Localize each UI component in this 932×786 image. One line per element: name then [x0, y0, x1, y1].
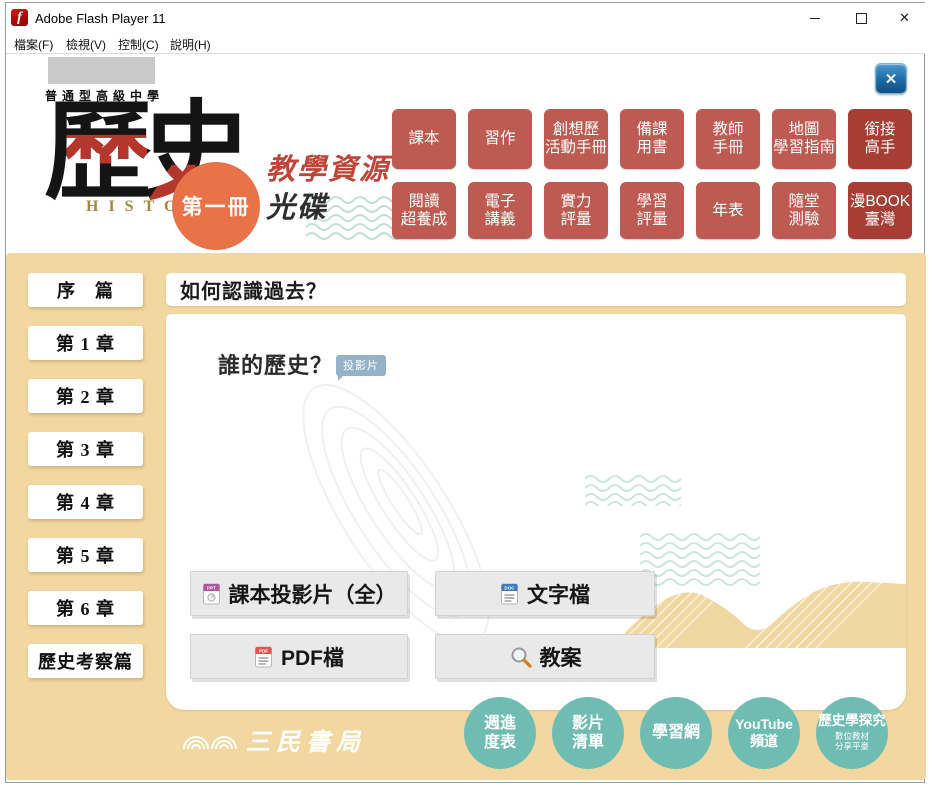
sidebar-item-chapter-4[interactable]: 第 4 章	[28, 485, 143, 519]
minimize-button[interactable]	[792, 3, 838, 33]
pdf-file-icon: PDF	[255, 646, 272, 667]
resource-button-ability-test[interactable]: 實力 評量	[544, 182, 608, 239]
history-inquiry-circle[interactable]: 歷史學探究 數位教材 分享平臺	[816, 697, 888, 769]
resource-button-lesson-prep[interactable]: 備課 用書	[620, 109, 684, 169]
resource-button-teacher-manual[interactable]: 教師 手冊	[696, 109, 760, 169]
tagline-resource: 教學資源	[266, 154, 391, 186]
svg-text:PPT: PPT	[207, 585, 216, 590]
sidebar-item-prologue[interactable]: 序 篇	[28, 273, 143, 307]
titlebar: f Adobe Flash Player 11 ✕	[6, 3, 925, 33]
menu-file[interactable]: 檔案(F)	[10, 36, 57, 53]
resource-button-quiz[interactable]: 隨堂 測驗	[772, 182, 836, 239]
svg-text:DOC: DOC	[504, 585, 515, 590]
minimize-icon	[810, 17, 820, 19]
maximize-button[interactable]	[838, 3, 884, 33]
resource-button-textbook[interactable]: 課本	[392, 109, 456, 169]
menu-control[interactable]: 控制(C)	[114, 36, 163, 53]
sidebar-item-chapter-5[interactable]: 第 5 章	[28, 538, 143, 572]
resource-button-map-guide[interactable]: 地圖 學習指南	[772, 109, 836, 169]
video-list-circle[interactable]: 影片 清單	[552, 697, 624, 769]
school-logo-placeholder	[48, 57, 155, 84]
maximize-icon	[855, 12, 867, 24]
menu-view[interactable]: 檢視(V)	[62, 36, 110, 53]
sidebar-item-chapter-2[interactable]: 第 2 章	[28, 379, 143, 413]
learning-web-circle[interactable]: 學習網	[640, 697, 712, 769]
doc-file-icon: DOC	[501, 583, 518, 604]
app-close-button[interactable]: ✕	[875, 63, 907, 94]
content-panel: 誰的歷史？ 投影片 PPT 課本投影片（全） DOC 文字檔 PDF PDF檔 …	[166, 314, 906, 710]
resource-button-learning-test[interactable]: 學習 評量	[620, 182, 684, 239]
publisher-logo: 三民書局	[182, 722, 366, 757]
svg-text:PDF: PDF	[259, 648, 268, 653]
text-file-button[interactable]: DOC 文字檔	[435, 571, 655, 616]
lesson-plan-button[interactable]: 教案	[435, 634, 655, 679]
content-heading: 如何認識過去？	[180, 281, 327, 303]
wave-decoration	[585, 475, 682, 506]
publisher-name: 三民書局	[246, 730, 366, 756]
resource-button-activity-manual[interactable]: 創想歷 活動手冊	[544, 109, 608, 169]
magnifier-icon	[511, 647, 532, 668]
sidebar-item-chapter-3[interactable]: 第 3 章	[28, 432, 143, 466]
lesson-item-title[interactable]: 誰的歷史？	[218, 348, 333, 380]
textbook-slides-button[interactable]: PPT 課本投影片（全）	[190, 571, 408, 616]
sidebar-item-chapter-1[interactable]: 第 1 章	[28, 326, 143, 360]
youtube-channel-circle[interactable]: YouTube 頻道	[728, 697, 800, 769]
resource-button-timeline[interactable]: 年表	[696, 182, 760, 239]
sidebar-item-chapter-6[interactable]: 第 6 章	[28, 591, 143, 625]
menubar: 檔案(F) 檢視(V) 控制(C) 說明(H)	[6, 33, 925, 54]
slideshow-tag[interactable]: 投影片	[336, 355, 386, 381]
ppt-file-icon: PPT	[202, 583, 220, 604]
window-title: Adobe Flash Player 11	[35, 11, 166, 26]
rainbow-arches-icon	[183, 735, 237, 749]
sidebar-item-fieldwork[interactable]: 歷史考察篇	[28, 644, 143, 678]
close-button[interactable]: ✕	[884, 3, 925, 33]
menu-help[interactable]: 說明(H)	[166, 36, 215, 53]
resource-button-bridge-master[interactable]: 銜接 高手	[848, 109, 912, 169]
flash-player-icon: f	[11, 9, 28, 26]
content-heading-bar: 如何認識過去？	[166, 273, 906, 306]
volume-badge: 第一冊	[172, 162, 260, 250]
close-icon: ✕	[899, 10, 910, 25]
resource-button-reading[interactable]: 閱讀 超養成	[392, 182, 456, 239]
weekly-schedule-circle[interactable]: 週進 度表	[464, 697, 536, 769]
resource-button-manbook-taiwan[interactable]: 漫BOOK 臺灣	[848, 182, 912, 239]
app-close-icon: ✕	[884, 70, 898, 88]
resource-button-workbook[interactable]: 習作	[468, 109, 532, 169]
pdf-file-button[interactable]: PDF PDF檔	[190, 634, 408, 679]
tagline-disc: 光碟	[266, 192, 329, 224]
resource-button-e-lecture[interactable]: 電子 講義	[468, 182, 532, 239]
